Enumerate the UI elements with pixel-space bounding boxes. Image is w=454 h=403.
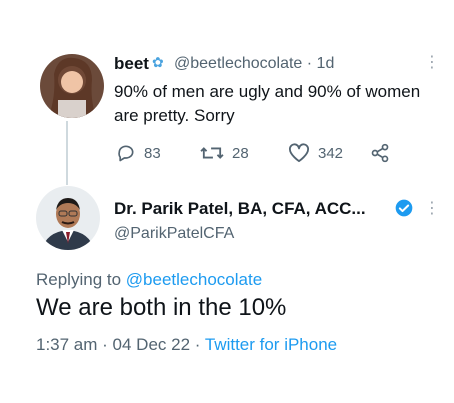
emoji-badge-icon: ✿: [152, 54, 164, 70]
more-options-icon[interactable]: ⋮: [424, 198, 440, 218]
display-name[interactable]: beet: [114, 54, 149, 74]
handle-time[interactable]: @beetlechocolate · 1d: [174, 55, 334, 73]
share-button[interactable]: [370, 143, 390, 163]
replying-to-label: Replying to: [36, 270, 122, 289]
user-handle[interactable]: @beetlechocolate: [174, 55, 302, 72]
user-handle[interactable]: @ParikPatelCFA: [114, 225, 234, 243]
tweet-text: We are both in the 10%: [36, 294, 287, 321]
verified-badge-icon: [395, 199, 413, 217]
thread-connector-line: [66, 121, 68, 185]
share-icon: [371, 143, 389, 163]
tweet-meta: 1:37 am · 04 Dec 22 · Twitter for iPhone: [36, 335, 337, 355]
tweet-source[interactable]: Twitter for iPhone: [205, 335, 337, 354]
tweet-timestamp[interactable]: 1:37 am · 04 Dec 22 ·: [36, 335, 205, 354]
tweet-time: · 1d: [306, 55, 335, 72]
reply-count: 83: [144, 144, 161, 162]
like-button[interactable]: 342: [288, 143, 343, 163]
retweet-count: 28: [232, 144, 249, 162]
reply-button[interactable]: 83: [116, 143, 161, 163]
retweet-button[interactable]: 28: [200, 143, 249, 163]
avatar-parik-patel[interactable]: [36, 186, 100, 250]
display-name[interactable]: Dr. Parik Patel, BA, CFA, ACC...: [114, 199, 366, 219]
replying-to-link[interactable]: @beetlechocolate: [126, 270, 262, 289]
heart-icon: [288, 143, 309, 163]
tweet-text: 90% of men are ugly and 90% of women are…: [114, 82, 421, 125]
reply-icon: [118, 145, 134, 162]
retweet-icon: [200, 147, 224, 159]
more-options-icon[interactable]: ⋮: [424, 52, 440, 72]
avatar-beet[interactable]: [40, 54, 104, 118]
replying-to-line: Replying to @beetlechocolate: [36, 270, 262, 290]
like-count: 342: [318, 144, 344, 162]
